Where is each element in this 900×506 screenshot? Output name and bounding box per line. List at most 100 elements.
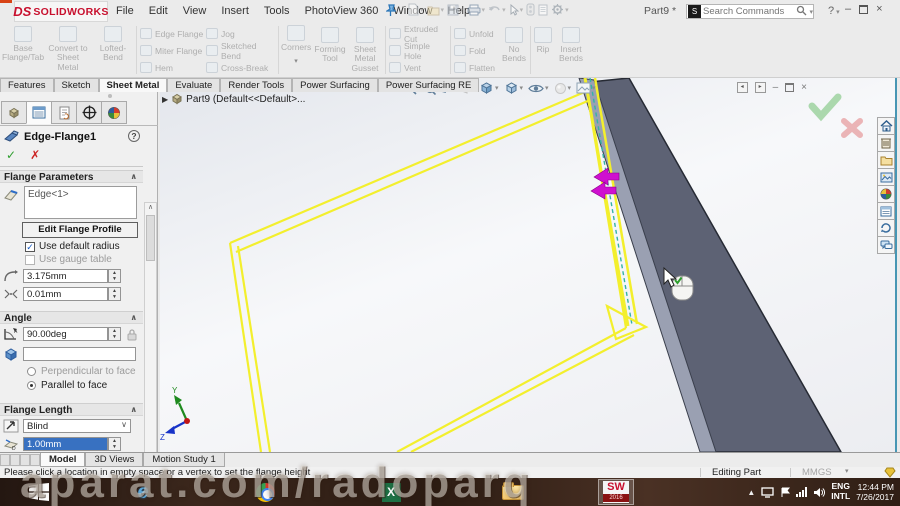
- close-button[interactable]: ×: [876, 3, 882, 15]
- displaymanager-tab[interactable]: [101, 101, 127, 124]
- excel-icon[interactable]: X: [376, 480, 406, 504]
- lofted-bend-button[interactable]: Lofted-Bend: [92, 25, 134, 75]
- tab-sketch[interactable]: Sketch: [53, 78, 99, 92]
- tree-expand-arrow[interactable]: ▶: [162, 95, 168, 104]
- design-library-icon[interactable]: [877, 134, 895, 152]
- tab-scroll-last[interactable]: [30, 454, 40, 466]
- help-icon[interactable]: ? ▾: [828, 5, 840, 17]
- flatten-button[interactable]: Flatten: [454, 59, 498, 76]
- flange-angle-spinner[interactable]: ▲ ▼: [108, 327, 121, 341]
- jog-button[interactable]: Jog: [206, 25, 276, 42]
- use-default-radius-row[interactable]: ✓ Use default radius: [25, 241, 120, 252]
- perpendicular-to-face-row[interactable]: Perpendicular to face: [27, 366, 136, 377]
- edge-selection-list[interactable]: Edge<1>: [24, 186, 137, 219]
- motion-study-tab[interactable]: Motion Study 1: [143, 453, 225, 467]
- simple-hole-button[interactable]: Simple Hole: [389, 41, 447, 61]
- tab-render-tools[interactable]: Render Tools: [220, 78, 293, 92]
- gap-distance-field[interactable]: 0.01mm: [23, 287, 108, 301]
- display-style-icon[interactable]: ▾: [504, 81, 523, 95]
- tab-scroll-first[interactable]: [0, 454, 10, 466]
- feature-tree-flyout[interactable]: ▶ Part9 (Default<<Default>...: [162, 93, 305, 105]
- doc-close-button[interactable]: ×: [801, 82, 807, 93]
- volume-icon[interactable]: [813, 487, 826, 498]
- vent-button[interactable]: Vent: [389, 59, 447, 76]
- forming-tool-button[interactable]: Forming Tool: [314, 25, 346, 64]
- flange-angle-field[interactable]: 90.00deg: [23, 327, 108, 341]
- face-reference-field[interactable]: [23, 347, 136, 361]
- fold-button[interactable]: Fold: [454, 42, 498, 59]
- selected-edge-item[interactable]: Edge<1>: [28, 189, 69, 200]
- search-icon[interactable]: [796, 3, 807, 21]
- pm-cancel-button[interactable]: ✗: [30, 148, 40, 162]
- start-button[interactable]: [24, 480, 54, 504]
- cross-break-button[interactable]: Cross-Break: [206, 59, 276, 76]
- next-window-button[interactable]: ▸: [754, 82, 766, 93]
- use-gauge-table-row[interactable]: Use gauge table: [25, 254, 112, 265]
- 3d-views-tab[interactable]: 3D Views: [85, 453, 144, 467]
- tab-evaluate[interactable]: Evaluate: [167, 78, 221, 92]
- confirm-ok-mark[interactable]: [808, 93, 842, 122]
- custom-properties-icon[interactable]: [877, 202, 895, 220]
- use-gauge-table-checkbox[interactable]: [25, 254, 35, 265]
- confirm-cancel-mark[interactable]: [841, 118, 863, 138]
- parallel-radio[interactable]: [27, 381, 36, 390]
- pm-ok-button[interactable]: ✓: [6, 148, 16, 162]
- network-icon[interactable]: [796, 487, 808, 497]
- edit-flange-profile-button[interactable]: Edit Flange Profile: [22, 222, 138, 238]
- tree-root-label[interactable]: Part9 (Default<<Default>...: [186, 94, 305, 105]
- menu-insert[interactable]: Insert: [221, 5, 249, 17]
- miter-flange-button[interactable]: Miter Flange: [140, 42, 204, 59]
- restore-button[interactable]: [859, 5, 869, 14]
- tag-gem-icon[interactable]: [884, 467, 896, 478]
- gap-distance-spinner[interactable]: ▲ ▼: [108, 287, 121, 301]
- unfold-button[interactable]: Unfold: [454, 25, 498, 42]
- action-center-flag-icon[interactable]: [780, 487, 791, 498]
- graphics-viewport[interactable]: Y Z ▾ ▾ ▾ ▾ ▾ ◂ ▸ – × ▶ Part9 (Default<<…: [160, 78, 897, 452]
- hem-button[interactable]: Hem: [140, 59, 204, 76]
- corners-button[interactable]: Corners ▾: [281, 25, 311, 66]
- convert-to-sheet-metal-button[interactable]: Convert to Sheet Metal: [46, 25, 90, 75]
- bend-radius-field[interactable]: 3.175mm: [23, 269, 108, 283]
- tab-sheet-metal[interactable]: Sheet Metal: [98, 78, 168, 92]
- solidworks-forum-icon[interactable]: [877, 219, 895, 237]
- rebuild-button[interactable]: [526, 3, 535, 16]
- tab-scroll-next[interactable]: [20, 454, 30, 466]
- end-condition-dropdown[interactable]: Blind ∨: [23, 419, 131, 433]
- tab-power-surfacing-re[interactable]: Power Surfacing RE: [377, 78, 480, 92]
- appearances-icon[interactable]: ▾: [554, 82, 571, 95]
- options-gear-button[interactable]: ▾: [551, 3, 569, 16]
- sketched-bend-button[interactable]: Sketched Bend: [206, 41, 276, 61]
- select-button[interactable]: ▾: [509, 3, 523, 16]
- rip-button[interactable]: Rip: [533, 25, 553, 54]
- search-input[interactable]: [703, 6, 797, 17]
- open-button[interactable]: ▾: [427, 4, 444, 16]
- apply-scene-icon[interactable]: ▾: [576, 82, 596, 94]
- model-tab[interactable]: Model: [40, 453, 86, 467]
- base-flange-button[interactable]: Base Flange/Tab: [2, 25, 44, 75]
- print-button[interactable]: ▾: [467, 4, 485, 16]
- search-commands-box[interactable]: S ▾: [686, 4, 814, 19]
- panel-splitter-handle[interactable]: [108, 94, 112, 98]
- doc-minimize-button[interactable]: –: [773, 82, 779, 93]
- extruded-cut-button[interactable]: Extruded Cut: [389, 24, 447, 44]
- menu-photoview[interactable]: PhotoView 360: [305, 5, 379, 17]
- edge-flange-button[interactable]: Edge Flange: [140, 25, 204, 42]
- bend-radius-spinner[interactable]: ▲ ▼: [108, 269, 121, 283]
- minimize-button[interactable]: –: [845, 3, 851, 15]
- language-indicator[interactable]: ENG INTL: [831, 481, 850, 502]
- tray-expand-icon[interactable]: ▲: [747, 488, 755, 497]
- undo-button[interactable]: ▾: [488, 4, 506, 15]
- chrome-icon[interactable]: [250, 480, 280, 504]
- tab-scroll-prev[interactable]: [10, 454, 20, 466]
- propertymanager-tab[interactable]: [26, 101, 52, 124]
- parallel-to-face-row[interactable]: Parallel to face: [27, 380, 107, 391]
- use-default-radius-checkbox[interactable]: ✓: [25, 241, 35, 252]
- tab-power-surfacing[interactable]: Power Surfacing: [292, 78, 378, 92]
- display-tray-icon[interactable]: [761, 486, 774, 498]
- file-explorer-taskbar-icon[interactable]: [498, 480, 528, 504]
- file-properties-button[interactable]: [538, 4, 548, 16]
- tab-features[interactable]: Features: [0, 78, 54, 92]
- solidworks-taskbar-icon[interactable]: SW 2016: [598, 479, 634, 505]
- flange-parameters-header[interactable]: Flange Parameters ∧: [0, 170, 143, 183]
- view-palette-icon[interactable]: [877, 168, 895, 186]
